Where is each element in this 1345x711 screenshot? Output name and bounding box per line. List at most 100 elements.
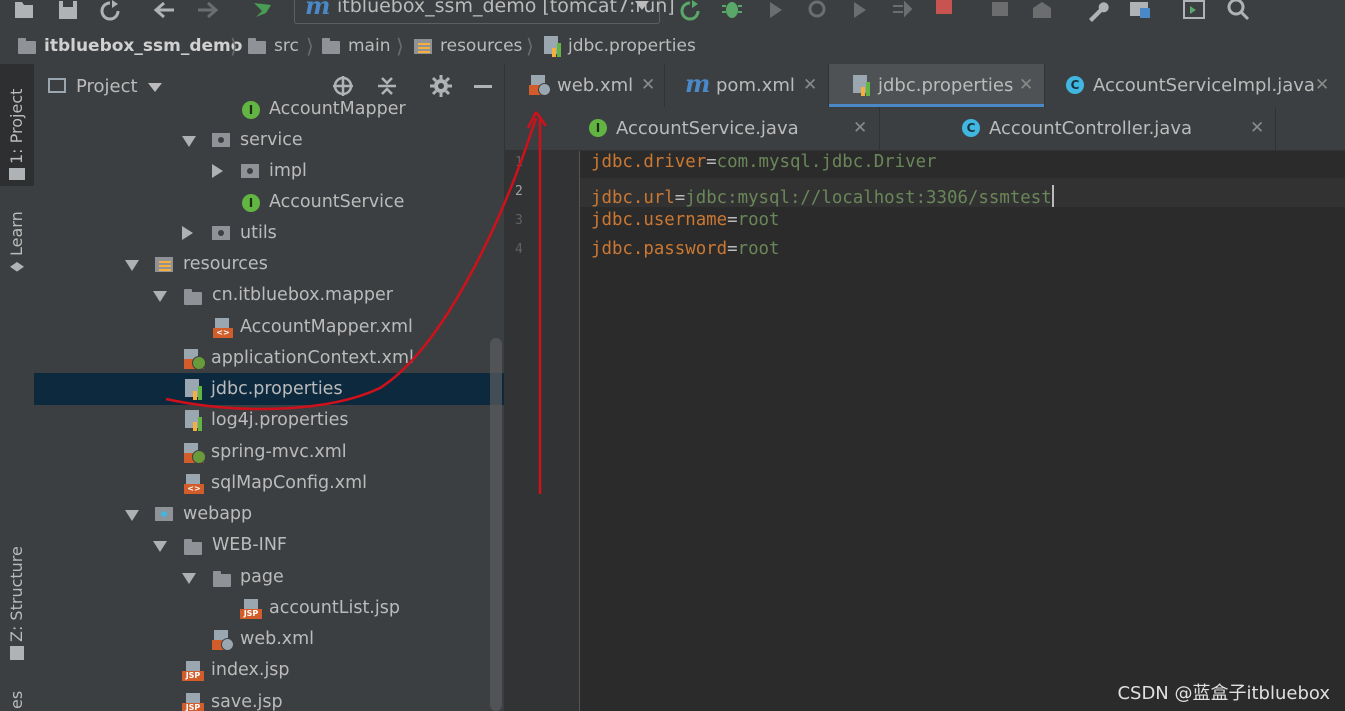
resources-folder-icon	[155, 255, 175, 273]
breadcrumb-file[interactable]: jdbc.properties	[568, 36, 696, 56]
close-icon[interactable]: ✕	[641, 75, 655, 95]
locate-file-icon[interactable]	[332, 75, 354, 97]
tab-accountservice-java[interactable]: I AccountService.java ✕	[505, 107, 880, 150]
vcs-push-icon[interactable]	[1030, 0, 1054, 22]
watermark: CSDN @蓝盒子itbluebox	[1117, 683, 1330, 704]
code-line[interactable]: jdbc.password=root	[591, 239, 780, 259]
collapse-arrow-icon[interactable]	[212, 164, 223, 178]
breadcrumb-main[interactable]: main	[348, 36, 390, 56]
tree-item-index-jsp[interactable]: JSP index.jsp	[34, 656, 504, 686]
tab-accountserviceimpl-java[interactable]: C AccountServiceImpl.java ✕	[1045, 64, 1345, 107]
tree-item-save-jsp[interactable]: JSP save.jsp	[34, 688, 504, 711]
tree-item-accountlist-jsp[interactable]: JSP accountList.jsp	[34, 594, 504, 624]
close-icon[interactable]: ✕	[803, 75, 817, 95]
project-view-icon	[48, 78, 66, 93]
tab-jdbc-properties[interactable]: jdbc.properties ✕	[829, 64, 1045, 108]
tree-item-spring-mvc-xml[interactable]: spring-mvc.xml	[34, 438, 504, 468]
attach-icon[interactable]	[848, 0, 872, 22]
expand-arrow-icon[interactable]	[182, 136, 196, 147]
folder-icon	[322, 38, 340, 54]
tree-item-jdbc-properties[interactable]: jdbc.properties	[34, 375, 504, 405]
save-icon[interactable]	[56, 0, 80, 22]
tree-item-page[interactable]: page	[34, 563, 504, 593]
debug-icon[interactable]	[720, 0, 744, 22]
tab-pom-xml[interactable]: m pom.xml ✕	[665, 64, 829, 107]
chevron-down-icon[interactable]	[148, 83, 162, 92]
close-icon[interactable]: ✕	[1315, 75, 1329, 95]
sync-icon[interactable]	[98, 0, 122, 22]
breadcrumb-project[interactable]: itbluebox_ssm_demo	[44, 36, 242, 56]
tree-item-accountmapper-xml[interactable]: <> AccountMapper.xml	[34, 313, 504, 343]
breadcrumb-resources[interactable]: resources	[440, 36, 522, 56]
tree-item-resources[interactable]: resources	[34, 250, 504, 280]
properties-file-icon	[185, 410, 205, 431]
step-icon[interactable]	[890, 0, 914, 22]
profile-icon[interactable]	[806, 0, 830, 22]
code-line[interactable]: jdbc.username=root	[591, 210, 780, 230]
property-value: root	[737, 210, 780, 230]
gear-icon[interactable]	[430, 75, 452, 97]
code-line[interactable]: jdbc.driver=com.mysql.jdbc.Driver	[591, 152, 937, 172]
package-icon	[212, 225, 232, 241]
run-coverage-icon[interactable]	[764, 0, 788, 22]
stop-icon[interactable]	[932, 0, 956, 22]
property-value: com.mysql.jdbc.Driver	[716, 152, 937, 172]
build-icon[interactable]	[250, 0, 274, 22]
structure-tool-label: Z: Structure	[7, 546, 26, 642]
expand-arrow-icon[interactable]	[125, 510, 139, 521]
class-icon: C	[1066, 76, 1084, 94]
project-view-title[interactable]: Project	[76, 76, 138, 97]
expand-arrow-icon[interactable]	[153, 541, 167, 552]
run-configuration-label: itbluebox_ssm_demo [tomcat7:run]	[337, 0, 675, 17]
tab-accountcontroller-java[interactable]: C AccountController.java ✕	[880, 107, 1276, 150]
line-number: 3	[515, 213, 523, 228]
tree-item-service[interactable]: service	[34, 126, 504, 156]
tree-item-applicationcontext-xml[interactable]: applicationContext.xml	[34, 344, 504, 374]
properties-file-icon	[544, 36, 564, 57]
terminal-icon[interactable]	[1182, 0, 1206, 22]
search-icon[interactable]	[1226, 0, 1250, 22]
tree-item-accountservice[interactable]: I AccountService	[34, 188, 504, 218]
code-line[interactable]: jdbc.url=jdbc:mysql://localhost:3306/ssm…	[591, 181, 1054, 208]
learn-tool-button[interactable]: Learn	[0, 196, 34, 286]
forward-icon[interactable]	[196, 0, 220, 22]
tree-item-impl[interactable]: impl	[34, 157, 504, 187]
tree-item-utils[interactable]: utils	[34, 219, 504, 249]
collapse-arrow-icon[interactable]	[182, 226, 193, 240]
back-icon[interactable]	[152, 0, 176, 22]
hide-panel-icon[interactable]	[474, 85, 492, 88]
close-icon[interactable]: ✕	[1250, 118, 1264, 138]
project-structure-icon[interactable]	[1128, 0, 1152, 22]
expand-arrow-icon[interactable]	[153, 291, 167, 302]
tree-item-accountmapper[interactable]: I AccountMapper	[34, 95, 504, 125]
collapse-all-icon[interactable]	[376, 75, 398, 97]
tree-item-sqlmapconfig-xml[interactable]: <> sqlMapConfig.xml	[34, 469, 504, 499]
tab-web-xml[interactable]: web.xml ✕	[505, 64, 665, 107]
structure-tool-button[interactable]: Z: Structure	[0, 534, 34, 664]
tree-item-cn-itbluebox-mapper[interactable]: cn.itbluebox.mapper	[34, 281, 504, 311]
tree-item-log4j-properties[interactable]: log4j.properties	[34, 406, 504, 436]
expand-arrow-icon[interactable]	[125, 260, 139, 271]
spring-xml-file-icon	[184, 349, 206, 370]
interface-icon: I	[589, 119, 607, 137]
tree-item-web-xml[interactable]: web.xml	[34, 625, 504, 655]
vcs-icon[interactable]	[988, 0, 1012, 22]
project-tool-button[interactable]: 1: Project	[0, 64, 34, 186]
project-tool-label: 1: Project	[7, 88, 26, 164]
tree-item-web-inf[interactable]: WEB-INF	[34, 531, 504, 561]
expand-arrow-icon[interactable]	[182, 573, 196, 584]
rerun-icon[interactable]	[678, 0, 702, 22]
learn-icon	[10, 262, 24, 272]
maven-icon: m	[685, 69, 711, 98]
property-key: jdbc.url	[591, 188, 675, 208]
run-configuration-selector[interactable]: m itbluebox_ssm_demo [tomcat7:run]	[294, 0, 675, 24]
settings-wrench-icon[interactable]	[1086, 0, 1110, 22]
close-icon[interactable]: ✕	[1019, 75, 1033, 95]
package-icon	[241, 163, 261, 179]
close-icon[interactable]: ✕	[853, 118, 867, 138]
project-panel-scrollbar[interactable]	[490, 338, 502, 711]
tree-item-webapp[interactable]: webapp	[34, 500, 504, 530]
editor-tab-row-1: web.xml ✕ m pom.xml ✕ jdbc.properties ✕ …	[505, 64, 1345, 108]
breadcrumb-src[interactable]: src	[274, 36, 299, 56]
open-icon[interactable]	[12, 0, 36, 22]
